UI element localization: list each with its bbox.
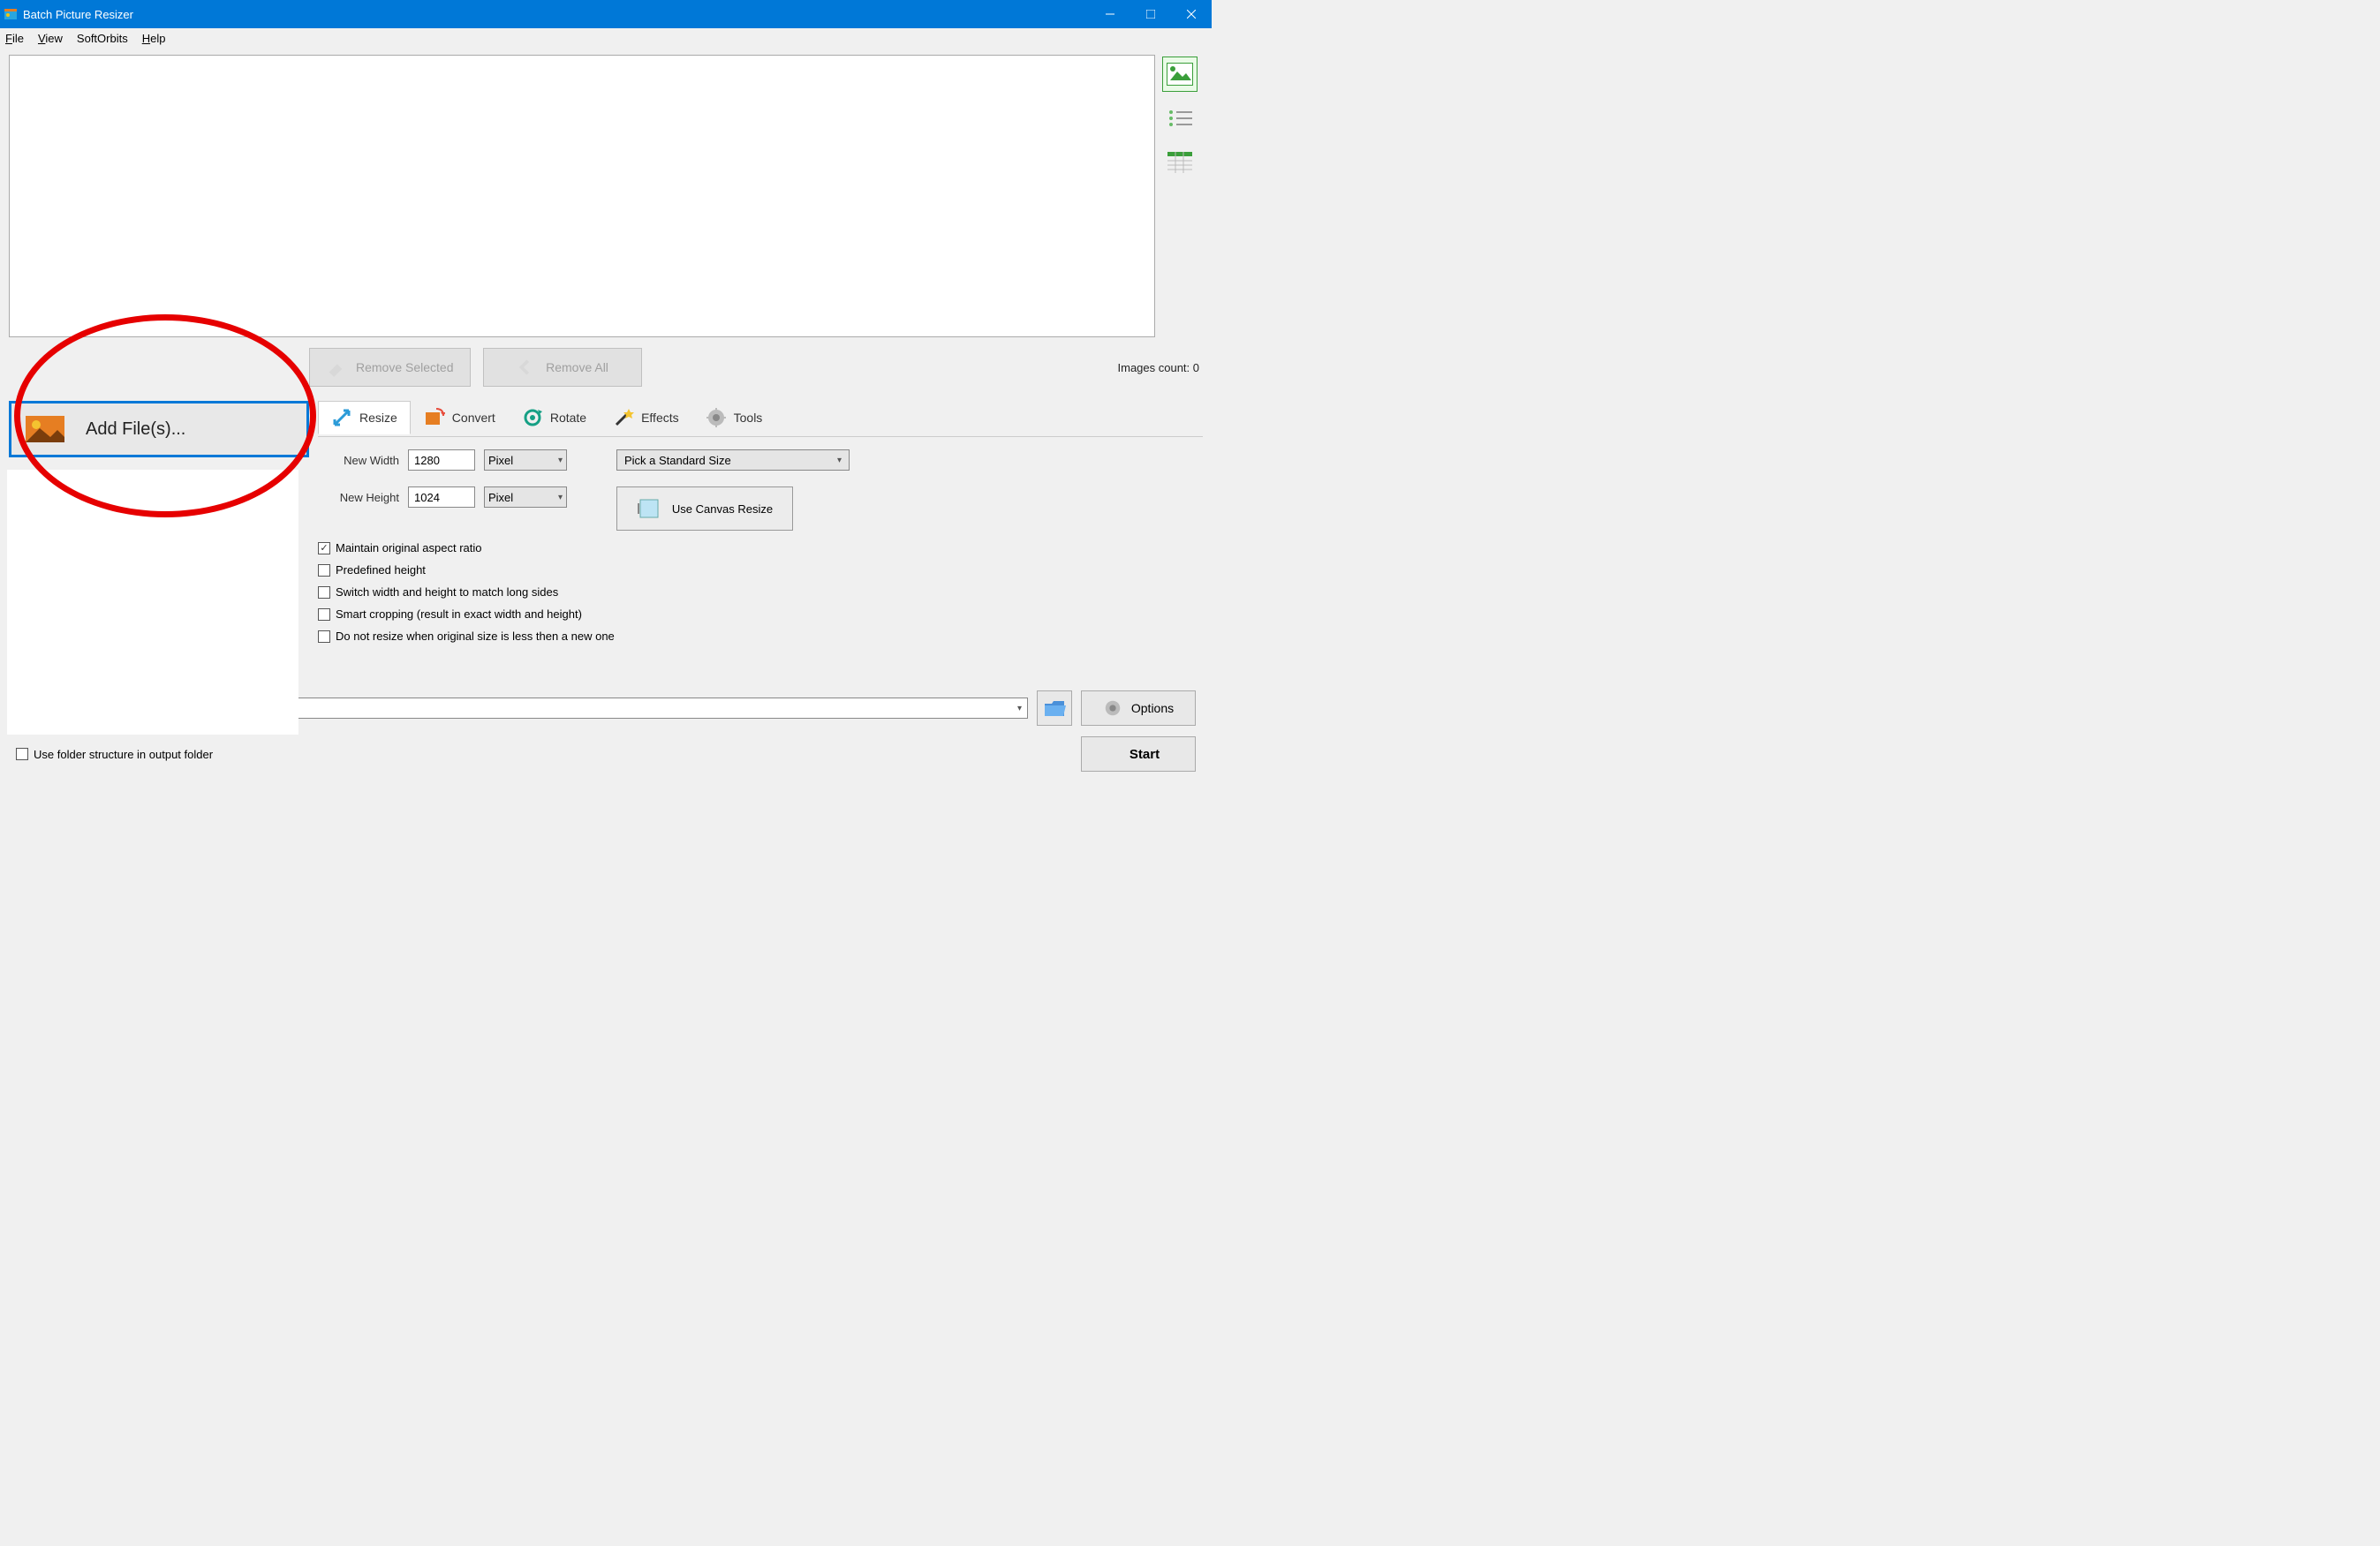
view-details-button[interactable] [1162, 145, 1198, 180]
height-unit-value: Pixel [488, 491, 513, 504]
tab-effects-label: Effects [641, 411, 679, 425]
checkbox-icon [318, 542, 330, 554]
new-width-input[interactable] [408, 449, 475, 471]
tab-convert[interactable]: Convert [411, 401, 509, 434]
add-files-label: Add File(s)... [86, 419, 185, 440]
view-list-button[interactable] [1162, 101, 1198, 136]
canvas-resize-label: Use Canvas Resize [672, 502, 773, 516]
tab-rotate[interactable]: Rotate [509, 401, 600, 434]
height-unit-select[interactable]: Pixel ▾ [484, 486, 567, 508]
remove-selected-button[interactable]: Remove Selected [309, 348, 471, 387]
no-resize-smaller-checkbox[interactable]: Do not resize when original size is less… [318, 630, 1203, 643]
options-label: Options [1131, 701, 1174, 715]
checkbox-icon [318, 608, 330, 621]
smart-cropping-label: Smart cropping (result in exact width an… [336, 607, 582, 621]
browse-destination-button[interactable] [1037, 690, 1072, 726]
image-list-area[interactable] [9, 55, 1155, 337]
convert-icon [424, 407, 445, 428]
use-folder-structure-label: Use folder structure in output folder [34, 748, 213, 761]
chevron-down-icon: ▾ [837, 456, 842, 465]
options-button[interactable]: Options [1081, 690, 1196, 726]
tab-effects[interactable]: Effects [600, 401, 692, 434]
tab-convert-label: Convert [452, 411, 495, 425]
new-height-input[interactable] [408, 486, 475, 508]
width-unit-select[interactable]: Pixel ▾ [484, 449, 567, 471]
remove-all-label: Remove All [546, 360, 608, 374]
predefined-height-label: Predefined height [336, 563, 426, 577]
chevron-down-icon: ▾ [558, 493, 563, 502]
folder-icon [1043, 698, 1066, 718]
eraser-icon [326, 358, 345, 377]
tools-icon [706, 407, 727, 428]
menu-help[interactable]: Help [142, 32, 166, 45]
app-icon [4, 7, 18, 21]
menu-view[interactable]: View [38, 32, 63, 45]
tab-rotate-label: Rotate [550, 411, 586, 425]
add-files-button[interactable]: Add File(s)... [9, 401, 309, 457]
menu-file[interactable]: File [5, 32, 24, 45]
remove-selected-label: Remove Selected [356, 360, 454, 374]
maintain-aspect-label: Maintain original aspect ratio [336, 541, 481, 554]
standard-size-select[interactable]: Pick a Standard Size ▾ [616, 449, 850, 471]
images-count-label: Images count: 0 [1118, 361, 1204, 374]
window-controls [1090, 0, 1212, 28]
remove-all-button[interactable]: Remove All [483, 348, 642, 387]
tab-tools-label: Tools [734, 411, 763, 425]
start-button[interactable]: Start [1081, 736, 1196, 772]
maintain-aspect-checkbox[interactable]: Maintain original aspect ratio [318, 541, 1203, 554]
new-height-label: New Height [318, 491, 399, 504]
tab-resize[interactable]: Resize [318, 401, 411, 434]
view-thumbnails-button[interactable] [1162, 57, 1198, 92]
checkbox-icon [318, 586, 330, 599]
effects-icon [613, 407, 634, 428]
chevron-down-icon: ▾ [1017, 704, 1022, 713]
checkbox-icon [16, 748, 28, 760]
chevron-left-icon [516, 358, 535, 377]
use-folder-structure-checkbox[interactable]: Use folder structure in output folder [16, 748, 213, 761]
use-canvas-resize-button[interactable]: Use Canvas Resize [616, 486, 793, 531]
tab-resize-label: Resize [359, 411, 397, 425]
start-label: Start [1130, 747, 1160, 762]
checkbox-icon [318, 564, 330, 577]
switch-wh-checkbox[interactable]: Switch width and height to match long si… [318, 585, 1203, 599]
minimize-button[interactable] [1090, 0, 1130, 28]
white-mask [7, 470, 298, 735]
maximize-button[interactable] [1130, 0, 1171, 28]
view-mode-toolbar [1162, 55, 1203, 337]
checkbox-icon [318, 630, 330, 643]
picture-icon [26, 416, 64, 442]
gear-icon [1103, 698, 1122, 718]
canvas-icon [637, 496, 661, 521]
rotate-icon [522, 407, 543, 428]
standard-size-value: Pick a Standard Size [624, 454, 731, 467]
chevron-down-icon: ▾ [558, 456, 563, 465]
predefined-height-checkbox[interactable]: Predefined height [318, 563, 1203, 577]
menu-bar: File View SoftOrbits Help [0, 28, 1212, 48]
switch-wh-label: Switch width and height to match long si… [336, 585, 558, 599]
close-button[interactable] [1171, 0, 1212, 28]
app-title: Batch Picture Resizer [23, 8, 133, 21]
menu-softorbits[interactable]: SoftOrbits [77, 32, 128, 45]
no-resize-smaller-label: Do not resize when original size is less… [336, 630, 615, 643]
tab-tools[interactable]: Tools [692, 401, 776, 434]
resize-icon [331, 407, 352, 428]
tabs: Resize Convert Rotate Effects Tools [318, 401, 1203, 434]
resize-panel: New Width Pixel ▾ New Height Pixel ▾ Pick … [318, 436, 1203, 643]
smart-cropping-checkbox[interactable]: Smart cropping (result in exact width an… [318, 607, 1203, 621]
width-unit-value: Pixel [488, 454, 513, 467]
title-bar: Batch Picture Resizer [0, 0, 1212, 28]
new-width-label: New Width [318, 454, 399, 467]
